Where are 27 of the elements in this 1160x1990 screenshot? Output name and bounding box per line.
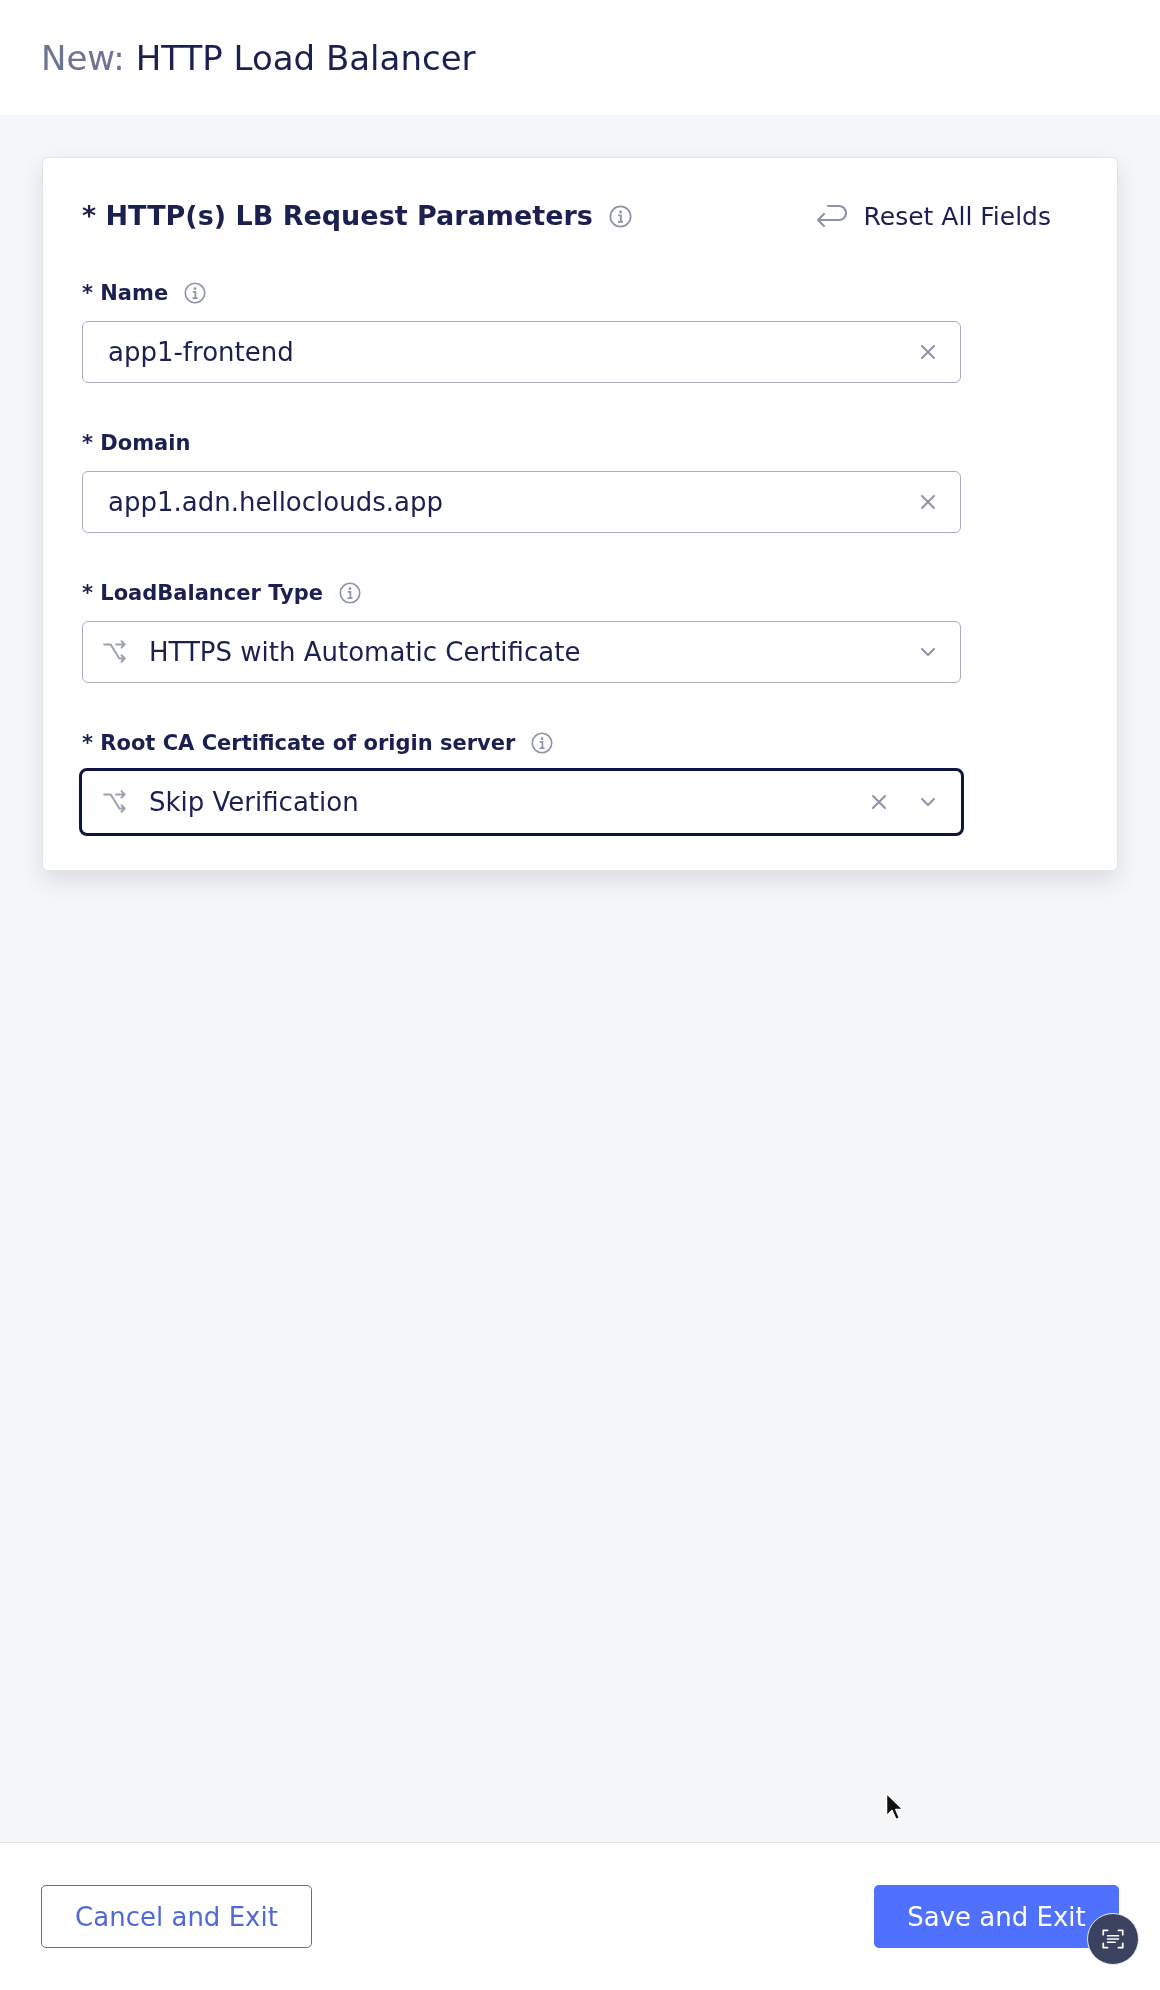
info-icon[interactable] bbox=[184, 282, 207, 304]
chevron-down-icon[interactable] bbox=[920, 647, 936, 657]
field-label: * Root CA Certificate of origin server bbox=[82, 730, 516, 757]
save-button[interactable]: Save and Exit bbox=[874, 1885, 1119, 1948]
route-split-icon bbox=[102, 789, 128, 815]
cancel-button[interactable]: Cancel and Exit bbox=[41, 1885, 312, 1948]
chevron-down-icon[interactable] bbox=[920, 797, 936, 807]
route-split-icon bbox=[102, 639, 128, 665]
text-input-field[interactable]: app1.adn.helloclouds.app bbox=[82, 471, 961, 533]
field-label: * Domain bbox=[82, 430, 191, 457]
field-label: * Name bbox=[82, 280, 169, 307]
close-icon[interactable] bbox=[920, 494, 936, 510]
mouse-pointer-icon bbox=[885, 1792, 905, 1822]
title-prefix: New: bbox=[41, 37, 125, 78]
reset-all-fields-link[interactable]: Reset All Fields bbox=[813, 201, 1051, 231]
close-icon[interactable] bbox=[871, 794, 887, 810]
document-scan-icon bbox=[1100, 1926, 1126, 1952]
dropdown-field[interactable]: Skip Verification bbox=[79, 768, 964, 836]
section-title: * HTTP(s) LB Request Parameters bbox=[82, 199, 593, 233]
close-icon[interactable] bbox=[920, 344, 936, 360]
info-icon[interactable] bbox=[338, 582, 361, 604]
info-icon[interactable] bbox=[531, 732, 554, 754]
field-label: * LoadBalancer Type bbox=[82, 580, 323, 607]
info-icon[interactable] bbox=[608, 204, 632, 228]
dropdown-field[interactable]: HTTPS with Automatic Certificate bbox=[82, 621, 961, 683]
page-title: HTTP Load Balancer bbox=[135, 37, 476, 78]
text-input-field[interactable]: app1-frontend bbox=[82, 321, 961, 383]
